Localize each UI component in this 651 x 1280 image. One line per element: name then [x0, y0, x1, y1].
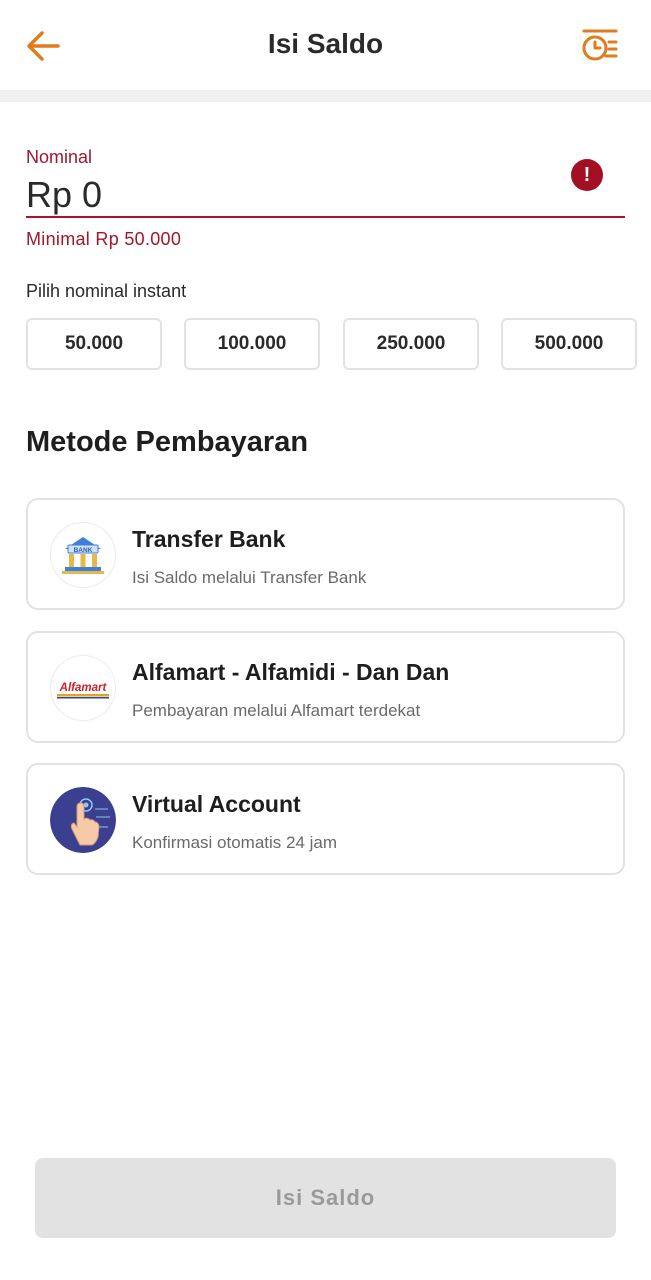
exclamation-icon: !	[571, 159, 603, 191]
instant-option-50000[interactable]: 50.000	[26, 318, 162, 370]
method-description: Konfirmasi otomatis 24 jam	[132, 833, 338, 852]
method-title: Virtual Account	[132, 791, 301, 817]
history-button[interactable]	[578, 24, 622, 68]
submit-isi-saldo-button[interactable]: Isi Saldo	[35, 1158, 616, 1238]
clock-list-icon	[582, 29, 618, 61]
method-title: Transfer Bank	[132, 526, 286, 552]
instant-nominal-label: Pilih nominal instant	[26, 281, 187, 301]
method-description: Isi Saldo melalui Transfer Bank	[132, 568, 367, 587]
nominal-underline	[26, 216, 625, 218]
bank-icon-text: BANK	[74, 547, 93, 554]
instant-option-500000[interactable]: 500.000	[501, 318, 637, 370]
nominal-error-text: Minimal Rp 50.000	[26, 229, 182, 249]
app-header: Isi Saldo	[0, 0, 651, 90]
nominal-label: Nominal	[26, 147, 93, 167]
alfamart-logo: Alfamart	[50, 655, 116, 721]
bank-icon: BANK	[50, 522, 116, 588]
method-description: Pembayaran melalui Alfamart terdekat	[132, 701, 421, 720]
method-alfamart[interactable]: Alfamart Alfamart - Alfamidi - Dan Dan P…	[26, 631, 625, 743]
method-title: Alfamart - Alfamidi - Dan Dan	[132, 659, 450, 685]
instant-option-100000[interactable]: 100.000	[184, 318, 320, 370]
page-title: Isi Saldo	[267, 28, 384, 59]
instant-option-250000[interactable]: 250.000	[343, 318, 479, 370]
alfamart-logo-text: Alfamart	[59, 682, 108, 694]
method-virtual-account[interactable]: Virtual Account Konfirmasi otomatis 24 j…	[26, 763, 625, 875]
payment-section-title: Metode Pembayaran	[26, 426, 309, 458]
header-divider	[0, 90, 651, 102]
virtual-account-icon	[50, 787, 116, 853]
nominal-input[interactable]: Rp 0	[26, 174, 102, 216]
method-transfer-bank[interactable]: BANK Transfer Bank Isi Saldo melalui Tra…	[26, 498, 625, 610]
